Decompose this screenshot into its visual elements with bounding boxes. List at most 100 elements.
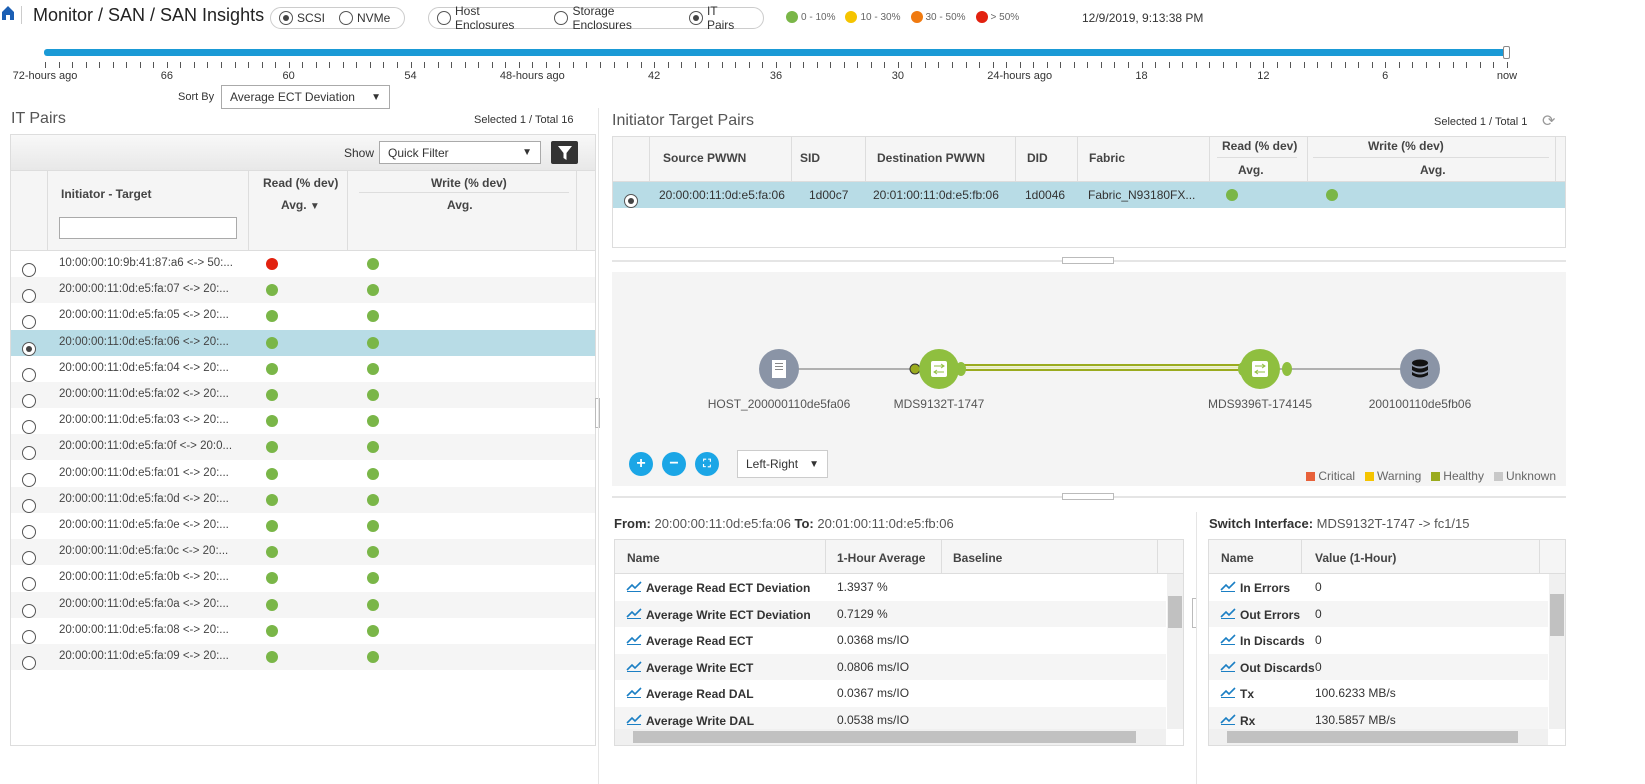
line-chart-icon[interactable] xyxy=(626,633,642,645)
column-sid[interactable]: SID xyxy=(800,151,820,165)
switch-node[interactable] xyxy=(919,349,959,389)
table-row[interactable]: 20:00:00:11:0d:e5:fa:01 <-> 20:... xyxy=(11,461,595,487)
column-write[interactable]: Write (% dev) xyxy=(1368,139,1444,153)
table-row[interactable]: 20:00:00:11:0d:e5:fa:06 1d00c7 20:01:00:… xyxy=(613,182,1565,208)
column-dst[interactable]: Destination PWWN xyxy=(877,151,985,165)
table-row[interactable]: Average Write ECT 0.0806 ms/IO xyxy=(615,653,1166,680)
line-chart-icon[interactable] xyxy=(1220,580,1236,592)
table-row[interactable]: In Discards 0 xyxy=(1209,627,1548,654)
column-read-avg[interactable]: Avg. xyxy=(1238,163,1272,177)
vertical-scrollbar[interactable] xyxy=(1167,574,1183,729)
row-radio[interactable] xyxy=(624,194,638,208)
table-row[interactable]: 20:00:00:11:0d:e5:fa:07 <-> 20:... xyxy=(11,277,595,304)
column-fabric[interactable]: Fabric xyxy=(1089,151,1125,165)
row-radio[interactable] xyxy=(22,263,36,277)
table-row[interactable]: Average Write DAL 0.0538 ms/IO xyxy=(615,706,1166,729)
row-radio[interactable] xyxy=(22,315,36,330)
table-row[interactable]: 20:00:00:11:0d:e5:fa:0b <-> 20:... xyxy=(11,565,595,592)
table-row[interactable]: 10:00:00:10:9b:41:87:a6 <-> 50:... xyxy=(11,251,595,277)
column-value[interactable]: Value (1-Hour) xyxy=(1315,551,1396,565)
horizontal-scrollbar[interactable] xyxy=(615,729,1166,745)
view-it-pairs[interactable]: IT Pairs xyxy=(688,4,747,32)
layout-select[interactable]: Left-Right ▼ xyxy=(737,450,828,478)
row-radio[interactable] xyxy=(22,341,36,356)
line-chart-icon[interactable] xyxy=(626,686,642,698)
table-row[interactable]: 20:00:00:11:0d:e5:fa:06 <-> 20:... xyxy=(11,329,595,356)
column-write[interactable]: Write (% dev) xyxy=(431,176,507,190)
radio-button[interactable] xyxy=(339,11,354,25)
refresh-icon[interactable]: ⟳ xyxy=(1542,111,1555,131)
horizontal-scrollbar[interactable] xyxy=(1209,729,1548,745)
table-row[interactable]: 20:00:00:11:0d:e5:fa:0e <-> 20:... xyxy=(11,513,595,539)
table-row[interactable]: Average Read DAL 0.0367 ms/IO xyxy=(615,680,1166,707)
table-row[interactable]: Out Discards 0 xyxy=(1209,653,1548,680)
protocol-scsi[interactable]: SCSI xyxy=(279,11,325,25)
line-chart-icon[interactable] xyxy=(626,660,642,672)
row-radio[interactable] xyxy=(22,446,36,461)
home-icon[interactable] xyxy=(2,6,14,20)
column-write-avg[interactable]: Avg. xyxy=(447,198,473,212)
filter-button[interactable] xyxy=(551,141,578,164)
radio-button[interactable] xyxy=(279,11,293,25)
table-row[interactable]: Average Read ECT 0.0368 ms/IO xyxy=(615,627,1166,654)
table-row[interactable]: 20:00:00:11:0d:e5:fa:04 <-> 20:... xyxy=(11,356,595,382)
view-host-enclosures[interactable]: Host Enclosures xyxy=(437,4,540,32)
table-row[interactable]: Out Errors 0 xyxy=(1209,600,1548,627)
storage-node[interactable] xyxy=(1400,349,1440,389)
horizontal-splitter[interactable] xyxy=(1062,493,1114,500)
row-radio[interactable] xyxy=(22,525,36,539)
view-storage-enclosures[interactable]: Storage Enclosures xyxy=(554,4,675,32)
column-did[interactable]: DID xyxy=(1027,151,1048,165)
table-row[interactable]: In Errors 0 xyxy=(1209,574,1548,601)
table-row[interactable]: 20:00:00:11:0d:e5:fa:0c <-> 20:... xyxy=(11,539,595,566)
switch-node[interactable] xyxy=(1240,349,1280,389)
table-row[interactable]: 20:00:00:11:0d:e5:fa:0d <-> 20:... xyxy=(11,486,595,513)
row-radio[interactable] xyxy=(22,498,36,513)
column-name[interactable]: Name xyxy=(1221,551,1254,565)
row-radio[interactable] xyxy=(22,577,36,592)
quick-filter-select[interactable]: Quick Filter ▼ xyxy=(379,141,541,164)
row-radio[interactable] xyxy=(22,472,36,487)
table-row[interactable]: 20:00:00:11:0d:e5:fa:05 <-> 20:... xyxy=(11,303,595,330)
fit-view-button[interactable]: ⛶ xyxy=(695,452,719,476)
line-chart-icon[interactable] xyxy=(626,607,642,619)
table-row[interactable]: 20:00:00:11:0d:e5:fa:03 <-> 20:... xyxy=(11,408,595,435)
sort-select[interactable]: Average ECT Deviation ▼ xyxy=(221,85,390,109)
line-chart-icon[interactable] xyxy=(1220,686,1236,698)
protocol-nvme[interactable]: NVMe xyxy=(339,11,390,25)
table-row[interactable]: Tx 100.6233 MB/s xyxy=(1209,680,1548,707)
table-row[interactable]: 20:00:00:11:0d:e5:fa:0f <-> 20:0... xyxy=(11,434,595,461)
column-src[interactable]: Source PWWN xyxy=(663,151,746,165)
column-initiator-target[interactable]: Initiator - Target xyxy=(61,187,151,201)
timeline-slider[interactable] xyxy=(44,49,1508,56)
table-row[interactable]: 20:00:00:11:0d:e5:fa:08 <-> 20:... xyxy=(11,618,595,644)
column-read-avg[interactable]: Avg. ▼ xyxy=(281,198,320,212)
row-radio[interactable] xyxy=(22,551,36,566)
horizontal-splitter[interactable] xyxy=(1062,257,1114,264)
row-radio[interactable] xyxy=(22,629,36,644)
row-radio[interactable] xyxy=(22,394,36,408)
column-name[interactable]: Name xyxy=(627,551,660,565)
timeline-handle[interactable] xyxy=(1503,46,1510,59)
table-row[interactable]: 20:00:00:11:0d:e5:fa:02 <-> 20:... xyxy=(11,382,595,408)
line-chart-icon[interactable] xyxy=(626,713,642,725)
initiator-target-filter-input[interactable] xyxy=(59,217,237,239)
table-row[interactable]: Average Read ECT Deviation 1.3937 % xyxy=(615,574,1166,601)
column-read[interactable]: Read (% dev) xyxy=(263,176,338,190)
column-read[interactable]: Read (% dev) xyxy=(1222,139,1297,153)
column-write-avg[interactable]: Avg. xyxy=(1420,163,1446,177)
zoom-out-button[interactable]: − xyxy=(662,452,686,476)
line-chart-icon[interactable] xyxy=(1220,633,1236,645)
line-chart-icon[interactable] xyxy=(1220,607,1236,619)
table-row[interactable]: 20:00:00:11:0d:e5:fa:0a <-> 20:... xyxy=(11,591,595,618)
host-node[interactable] xyxy=(759,349,799,389)
row-radio[interactable] xyxy=(22,603,36,618)
line-chart-icon[interactable] xyxy=(1220,660,1236,672)
column-1-hour-average[interactable]: 1-Hour Average xyxy=(837,551,925,565)
row-radio[interactable] xyxy=(22,420,36,435)
radio-button[interactable] xyxy=(688,11,703,25)
zoom-in-button[interactable]: + xyxy=(629,452,653,476)
radio-button[interactable] xyxy=(554,11,569,25)
table-row[interactable]: Rx 130.5857 MB/s xyxy=(1209,706,1548,729)
row-radio[interactable] xyxy=(22,656,36,670)
